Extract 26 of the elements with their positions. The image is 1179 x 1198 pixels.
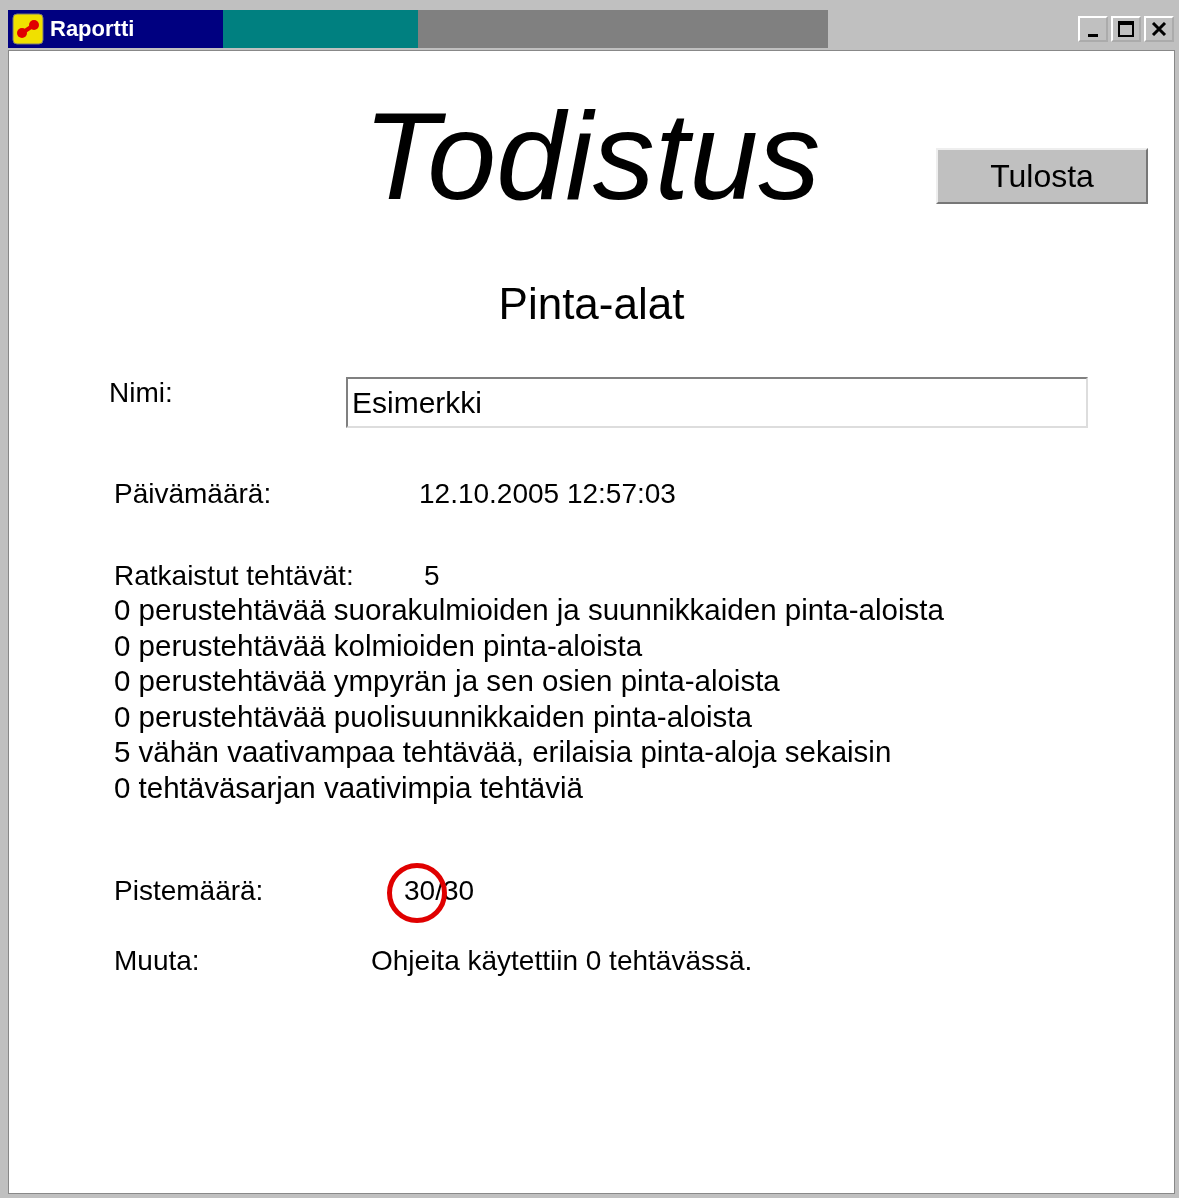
date-label: Päivämäärä: xyxy=(114,478,273,511)
subject-title: Pinta-alat xyxy=(497,279,686,330)
date-value: 12.10.2005 12:57:03 xyxy=(419,478,677,511)
task-summary-line: 0 perustehtävää suorakulmioiden ja suunnikkaiden pinta-aloista xyxy=(114,592,945,628)
minimize-icon xyxy=(1088,33,1098,37)
task-summary-line: 0 tehtäväsarjan vaativimpia tehtäviä xyxy=(114,769,584,806)
minimize-button[interactable] xyxy=(1078,16,1108,42)
maximize-icon xyxy=(1118,21,1134,37)
report-heading: Todistus xyxy=(362,91,821,222)
name-label: Nimi: xyxy=(109,377,174,410)
task-summary-line: 0 perustehtävää puolisuunnikkaiden pinta-aloista xyxy=(114,698,753,735)
maximize-button[interactable] xyxy=(1111,16,1141,42)
solved-count: 5 xyxy=(424,560,441,593)
solved-label: Ratkaistut tehtävät: xyxy=(114,560,351,593)
score-label: Pistemäärä: xyxy=(114,875,265,908)
window-title: Raportti xyxy=(50,16,136,42)
close-button[interactable] xyxy=(1144,16,1174,42)
task-summary-line: 5 vähän vaativampaa tehtävää, erilaisia pinta-aloja sekaisin xyxy=(114,734,893,770)
app-icon xyxy=(12,13,44,45)
print-button[interactable]: Tulosta xyxy=(936,148,1148,205)
task-summary-line: 0 perustehtävää ympyrän ja sen osien pinta-aloista xyxy=(114,663,781,699)
task-summary-line: 0 perustehtävää kolmioiden pinta-aloista xyxy=(114,627,644,664)
other-value: Ohjeita käytettiin 0 tehtävässä. xyxy=(371,945,754,978)
name-field[interactable]: Esimerkki xyxy=(346,377,1088,429)
other-label: Muuta: xyxy=(114,945,201,978)
close-icon xyxy=(1151,22,1167,36)
